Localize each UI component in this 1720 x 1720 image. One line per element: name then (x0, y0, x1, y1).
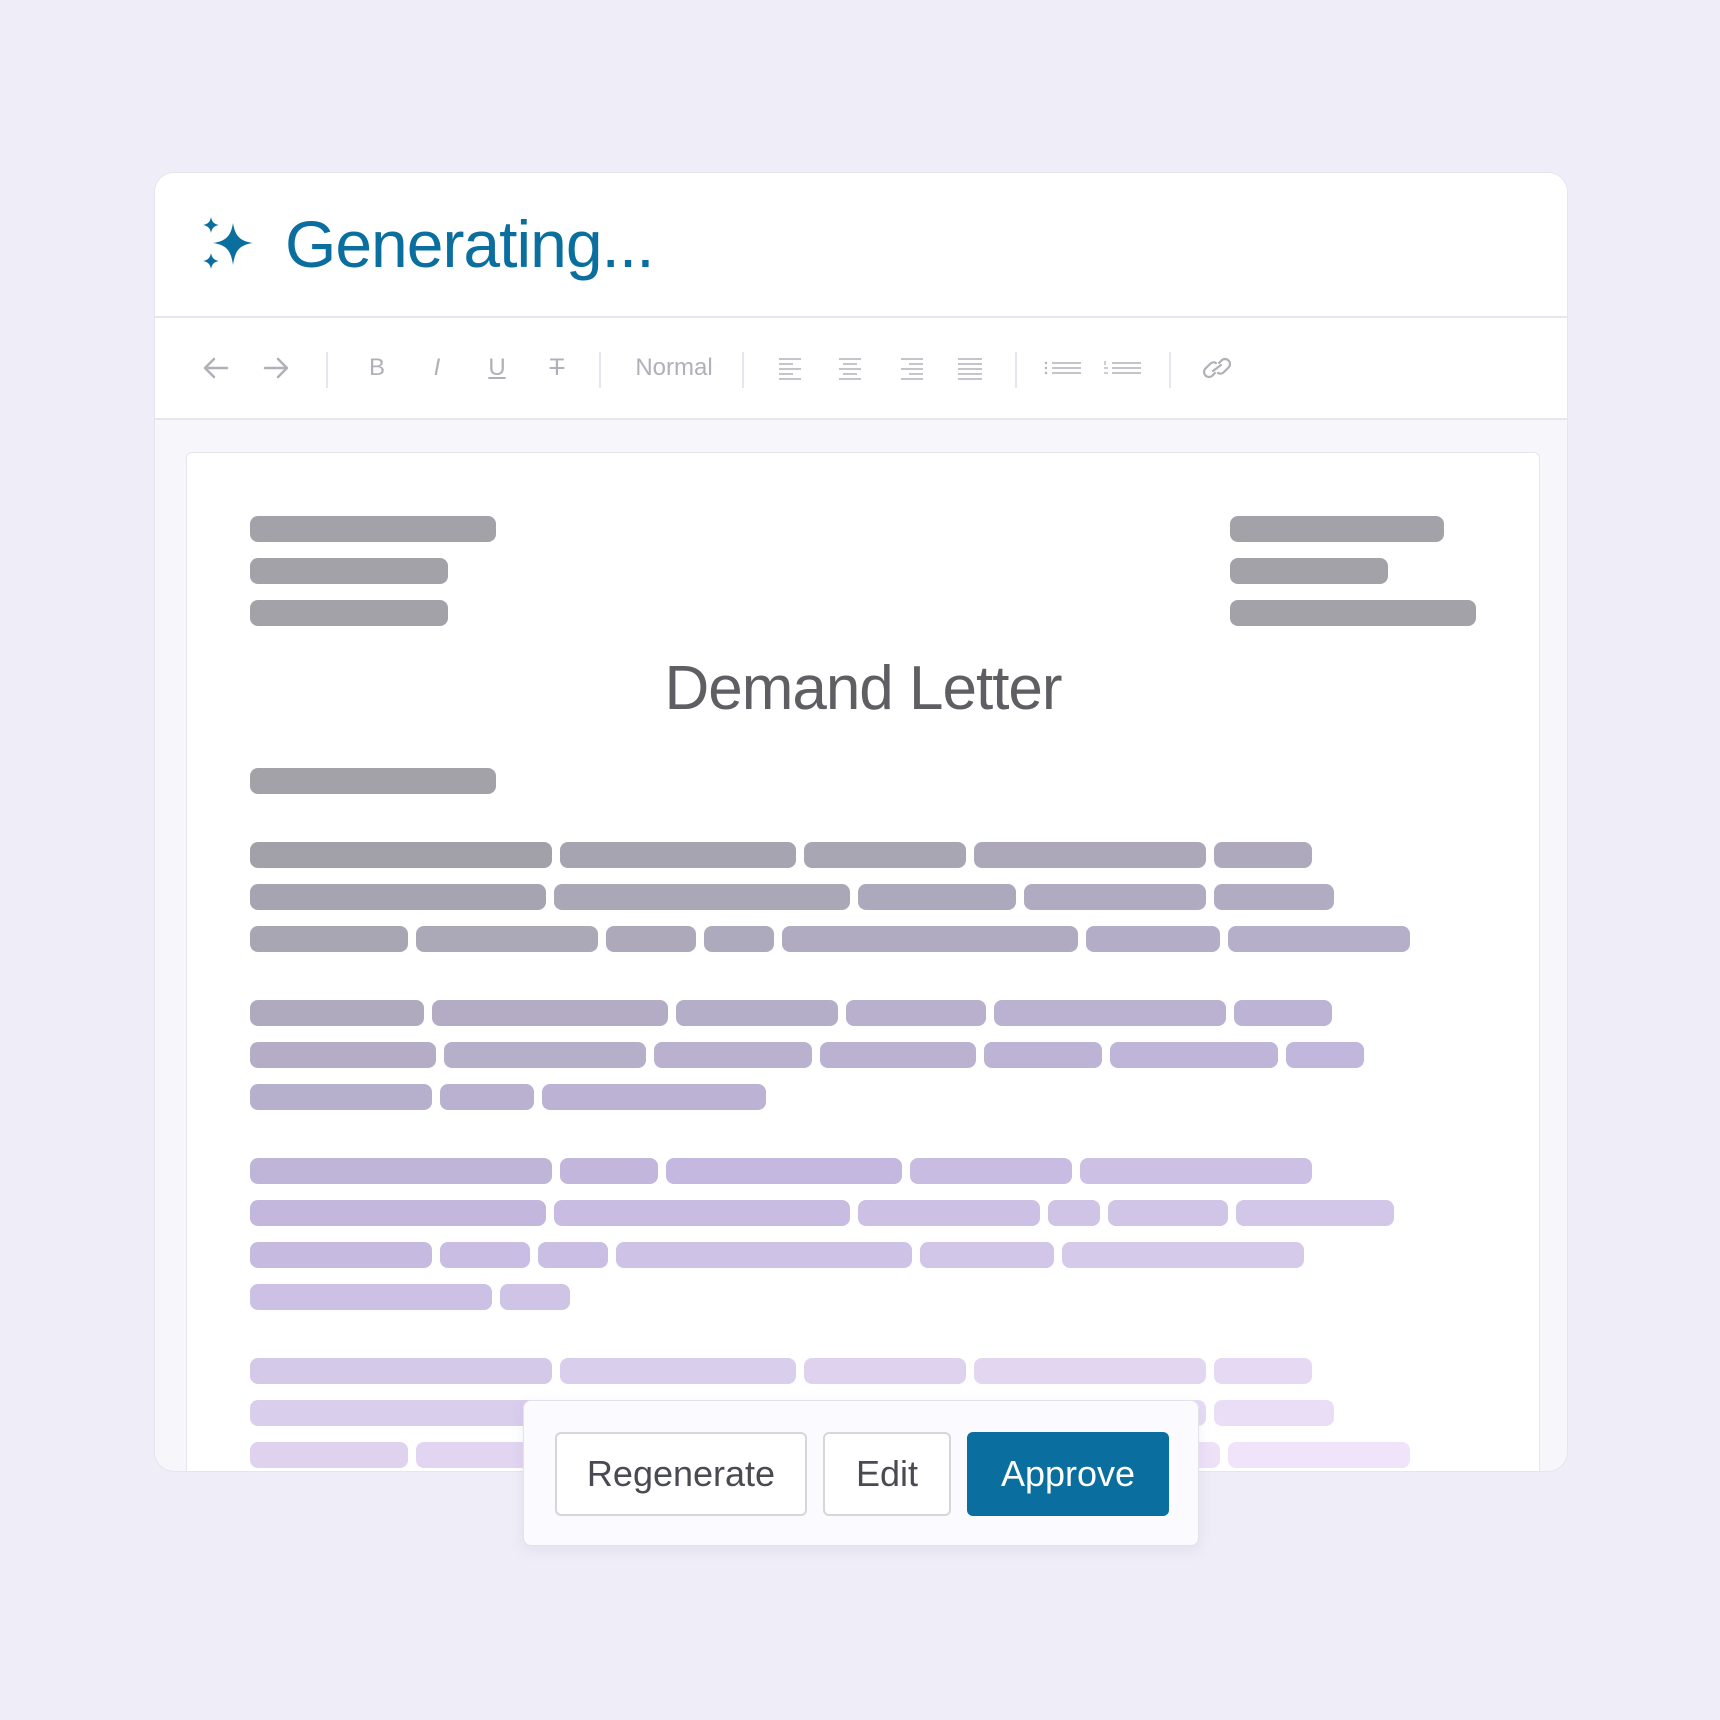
strikethrough-button[interactable]: T (535, 344, 579, 392)
text-placeholder-line (1228, 926, 1410, 952)
text-placeholder-line (538, 1242, 608, 1268)
text-placeholder-line (440, 1242, 530, 1268)
text-placeholder-line (1108, 1200, 1228, 1226)
text-placeholder-line (804, 1358, 966, 1384)
approve-button[interactable]: Approve (967, 1432, 1169, 1516)
text-placeholder-line (1230, 558, 1388, 584)
text-placeholder-line (858, 884, 1016, 910)
text-placeholder-line (250, 768, 496, 794)
text-placeholder-line (974, 842, 1206, 868)
text-placeholder-line (1230, 516, 1444, 542)
text-placeholder-line (250, 1400, 546, 1426)
text-placeholder-line (606, 926, 696, 952)
toolbar-divider (1169, 352, 1171, 388)
text-placeholder-line (1228, 1442, 1410, 1468)
text-placeholder-line (250, 600, 448, 626)
text-placeholder-line (804, 842, 966, 868)
text-placeholder-line (846, 1000, 986, 1026)
text-placeholder-line (654, 1042, 812, 1068)
text-placeholder-line (910, 1158, 1072, 1184)
text-placeholder-line (554, 884, 850, 910)
bold-button[interactable]: B (355, 344, 399, 392)
text-placeholder-line (250, 842, 552, 868)
text-placeholder-line (984, 1042, 1102, 1068)
generating-title: Generating... (285, 207, 655, 281)
align-center-icon[interactable] (835, 344, 865, 392)
text-placeholder-line (554, 1200, 850, 1226)
redo-arrow-icon[interactable] (261, 344, 291, 392)
text-placeholder-line (616, 1242, 912, 1268)
text-placeholder-line (858, 1200, 1040, 1226)
regenerate-button[interactable]: Regenerate (555, 1432, 807, 1516)
text-placeholder-line (250, 926, 408, 952)
bulleted-list-icon[interactable] (1043, 344, 1083, 392)
link-icon[interactable] (1201, 344, 1233, 392)
text-placeholder-line (974, 1358, 1206, 1384)
text-placeholder-line (1230, 600, 1476, 626)
text-placeholder-line (820, 1042, 976, 1068)
document-page: Demand Letter (186, 452, 1540, 1471)
text-placeholder-line (1236, 1200, 1394, 1226)
italic-button[interactable]: I (415, 344, 459, 392)
toolbar-divider (1015, 352, 1017, 388)
text-placeholder-line (1214, 884, 1334, 910)
generation-window: Generating... B I U T Normal Demand Lett… (154, 172, 1568, 1472)
text-placeholder-line (250, 558, 448, 584)
numbered-list-icon[interactable] (1103, 344, 1143, 392)
text-placeholder-line (560, 1358, 796, 1384)
text-placeholder-line (1024, 884, 1206, 910)
text-placeholder-line (500, 1284, 570, 1310)
toolbar-divider (742, 352, 744, 388)
text-placeholder-line (440, 1084, 534, 1110)
text-placeholder-line (1234, 1000, 1332, 1026)
toolbar-divider (326, 352, 328, 388)
text-placeholder-line (704, 926, 774, 952)
text-placeholder-line (250, 1042, 436, 1068)
text-placeholder-line (250, 1284, 492, 1310)
text-placeholder-line (666, 1158, 902, 1184)
text-placeholder-line (1214, 842, 1312, 868)
underline-button[interactable]: U (475, 344, 519, 392)
text-placeholder-line (250, 516, 496, 542)
align-right-icon[interactable] (897, 344, 927, 392)
text-placeholder-line (250, 1158, 552, 1184)
edit-button[interactable]: Edit (823, 1432, 951, 1516)
sparkle-icon (203, 217, 253, 269)
text-placeholder-line (782, 926, 1078, 952)
undo-arrow-icon[interactable] (201, 344, 231, 392)
text-placeholder-line (416, 926, 598, 952)
text-placeholder-line (250, 1000, 424, 1026)
text-placeholder-line (1214, 1358, 1312, 1384)
text-placeholder-line (1062, 1242, 1304, 1268)
text-placeholder-line (250, 884, 546, 910)
window-header: Generating... (155, 173, 1567, 318)
text-style-dropdown[interactable]: Normal (619, 344, 729, 392)
document-title: Demand Letter (664, 654, 1062, 723)
text-placeholder-line (432, 1000, 668, 1026)
align-left-icon[interactable] (775, 344, 805, 392)
text-placeholder-line (250, 1084, 432, 1110)
text-placeholder-line (250, 1242, 432, 1268)
text-placeholder-line (920, 1242, 1054, 1268)
text-placeholder-line (1048, 1200, 1100, 1226)
text-placeholder-line (250, 1358, 552, 1384)
align-justify-icon[interactable] (955, 344, 985, 392)
editor-toolbar: B I U T Normal (155, 318, 1567, 420)
text-placeholder-line (560, 1158, 658, 1184)
text-placeholder-line (1080, 1158, 1312, 1184)
text-placeholder-line (560, 842, 796, 868)
text-placeholder-line (444, 1042, 646, 1068)
text-placeholder-line (994, 1000, 1226, 1026)
text-placeholder-line (250, 1442, 408, 1468)
text-placeholder-line (1286, 1042, 1364, 1068)
text-placeholder-line (676, 1000, 838, 1026)
text-placeholder-line (1214, 1400, 1334, 1426)
text-placeholder-line (1086, 926, 1220, 952)
text-placeholder-line (250, 1200, 546, 1226)
action-bar: Regenerate Edit Approve (523, 1400, 1199, 1546)
text-placeholder-line (1110, 1042, 1278, 1068)
toolbar-divider (599, 352, 601, 388)
text-placeholder-line (542, 1084, 766, 1110)
